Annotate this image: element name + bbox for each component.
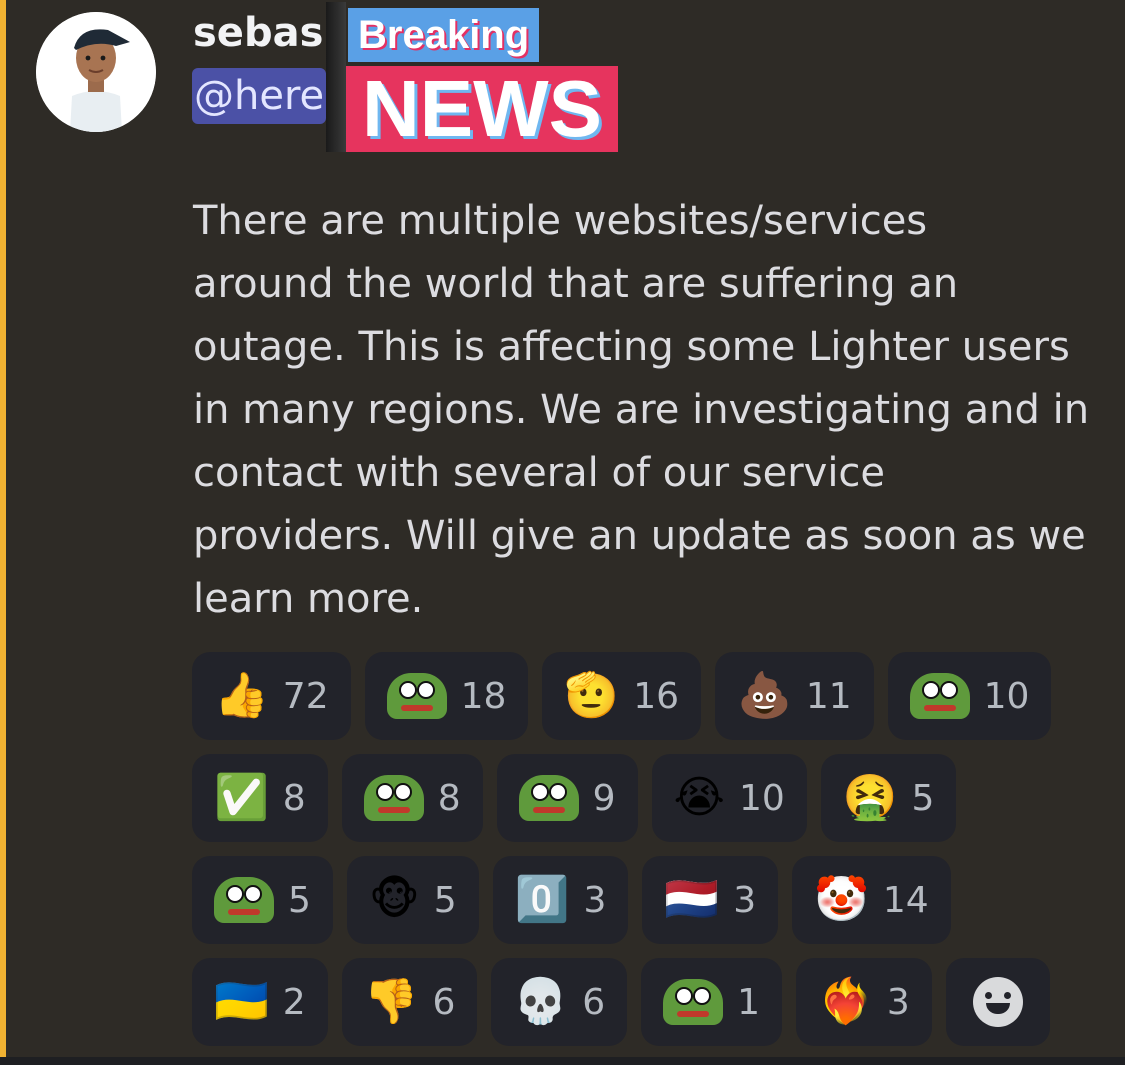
- keycap-zero-icon: 0️⃣: [514, 874, 570, 925]
- reaction-button[interactable]: 0️⃣ 3: [492, 856, 629, 944]
- news-sticker-text: NEWS: [346, 66, 618, 152]
- reaction-count: 5: [288, 879, 311, 921]
- skull-icon: 💀: [513, 976, 569, 1027]
- reaction-button[interactable]: 18: [364, 652, 529, 740]
- reaction-count: 72: [282, 675, 329, 717]
- vomiting-face-icon: 🤮: [842, 772, 898, 823]
- reaction-button[interactable]: 5: [192, 856, 333, 944]
- reaction-count: 10: [738, 777, 785, 819]
- bottom-divider: [0, 1057, 1125, 1065]
- reaction-count: 3: [733, 879, 757, 921]
- loudly-crying-face-icon: 😭: [673, 772, 725, 823]
- sticker-shadow: [326, 2, 346, 152]
- frog-face-icon: [909, 673, 970, 719]
- reaction-row: ✅ 8 8 9 😭 10 🤮 5: [192, 754, 1092, 842]
- reaction-button[interactable]: 9: [496, 754, 638, 842]
- reaction-count: 6: [432, 981, 456, 1023]
- reaction-count: 9: [592, 777, 616, 819]
- add-reaction-button[interactable]: [945, 958, 1050, 1046]
- reaction-button[interactable]: 👎 6: [341, 958, 478, 1046]
- reaction-button[interactable]: 8: [341, 754, 483, 842]
- heart-on-fire-icon: ❤️‍🔥: [818, 976, 873, 1027]
- reaction-count: 11: [805, 675, 852, 717]
- reaction-count: 5: [911, 777, 935, 819]
- reaction-button[interactable]: 🇳🇱 3: [642, 856, 779, 944]
- reaction-count: 8: [282, 777, 306, 819]
- reaction-button[interactable]: ✅ 8: [192, 754, 328, 842]
- reaction-button[interactable]: 🫡 16: [542, 652, 702, 740]
- message-content: There are multiple websites/services aro…: [193, 198, 1090, 622]
- monkey-face-icon: 🐵: [368, 874, 420, 925]
- netherlands-flag-icon: 🇳🇱: [664, 874, 720, 925]
- poop-icon: 💩: [737, 670, 792, 721]
- author-name[interactable]: sebas: [193, 10, 323, 56]
- reaction-row: 5 🐵 5 0️⃣ 3 🇳🇱 3 🤡 14: [192, 856, 1092, 944]
- happy-frog-icon: [214, 877, 274, 923]
- reaction-button[interactable]: ❤️‍🔥 3: [796, 958, 932, 1046]
- reaction-row: 👍 72 18 🫡 16 💩 11 10: [192, 652, 1092, 740]
- reaction-count: 10: [983, 675, 1030, 717]
- reaction-button[interactable]: 💩 11: [715, 652, 874, 740]
- reaction-count: 2: [282, 981, 306, 1023]
- reaction-row: 🇺🇦 2 👎 6 💀 6 1 ❤️‍🔥 3: [192, 958, 1092, 1046]
- thumbs-down-icon: 👎: [363, 976, 419, 1027]
- reaction-count: 16: [633, 675, 680, 717]
- crying-frog-icon: [386, 673, 447, 719]
- check-mark-icon: ✅: [214, 772, 269, 823]
- shocked-frog-icon: [518, 775, 579, 821]
- reaction-button[interactable]: 1: [641, 958, 783, 1046]
- here-mention[interactable]: @here: [192, 68, 327, 124]
- message-highlight-bar: [0, 0, 6, 1065]
- reaction-button[interactable]: 👍 72: [192, 652, 351, 740]
- reaction-button[interactable]: 🤡 14: [792, 856, 951, 944]
- reaction-button[interactable]: 💀 6: [491, 958, 628, 1046]
- clown-face-icon: 🤡: [814, 874, 869, 925]
- reaction-button[interactable]: 🐵 5: [346, 856, 479, 944]
- reaction-count: 6: [582, 981, 606, 1023]
- breaking-sticker-text: Breaking: [348, 8, 540, 62]
- reaction-button[interactable]: 🇺🇦 2: [192, 958, 328, 1046]
- reaction-count: 5: [433, 879, 457, 921]
- reaction-button[interactable]: 🤮 5: [820, 754, 957, 842]
- reaction-count: 1: [737, 981, 761, 1023]
- reaction-button[interactable]: 10: [887, 652, 1052, 740]
- ukraine-flag-icon: 🇺🇦: [214, 976, 269, 1027]
- reaction-count: 18: [460, 675, 507, 717]
- reaction-count: 3: [583, 879, 607, 921]
- thumbs-up-icon: 👍: [214, 670, 269, 721]
- add-reaction-icon: [972, 977, 1023, 1027]
- business-frog-icon: [363, 775, 424, 821]
- avatar-illustration: [36, 12, 156, 132]
- screaming-frog-icon: [663, 979, 724, 1025]
- user-avatar[interactable]: [36, 12, 156, 132]
- saluting-face-icon: 🫡: [564, 670, 620, 721]
- reaction-count: 8: [437, 777, 461, 819]
- reaction-count: 14: [882, 879, 929, 921]
- reaction-button[interactable]: 😭 10: [651, 754, 807, 842]
- reaction-count: 3: [886, 981, 910, 1023]
- reactions-bar: 👍 72 18 🫡 16 💩 11 10 ✅ 8 8 9 😭 10 🤮 5 5 🐵 5 0️⃣ 3 🇳🇱 3 🤡 14 🇺🇦 2 👎 6…: [192, 652, 1092, 1060]
